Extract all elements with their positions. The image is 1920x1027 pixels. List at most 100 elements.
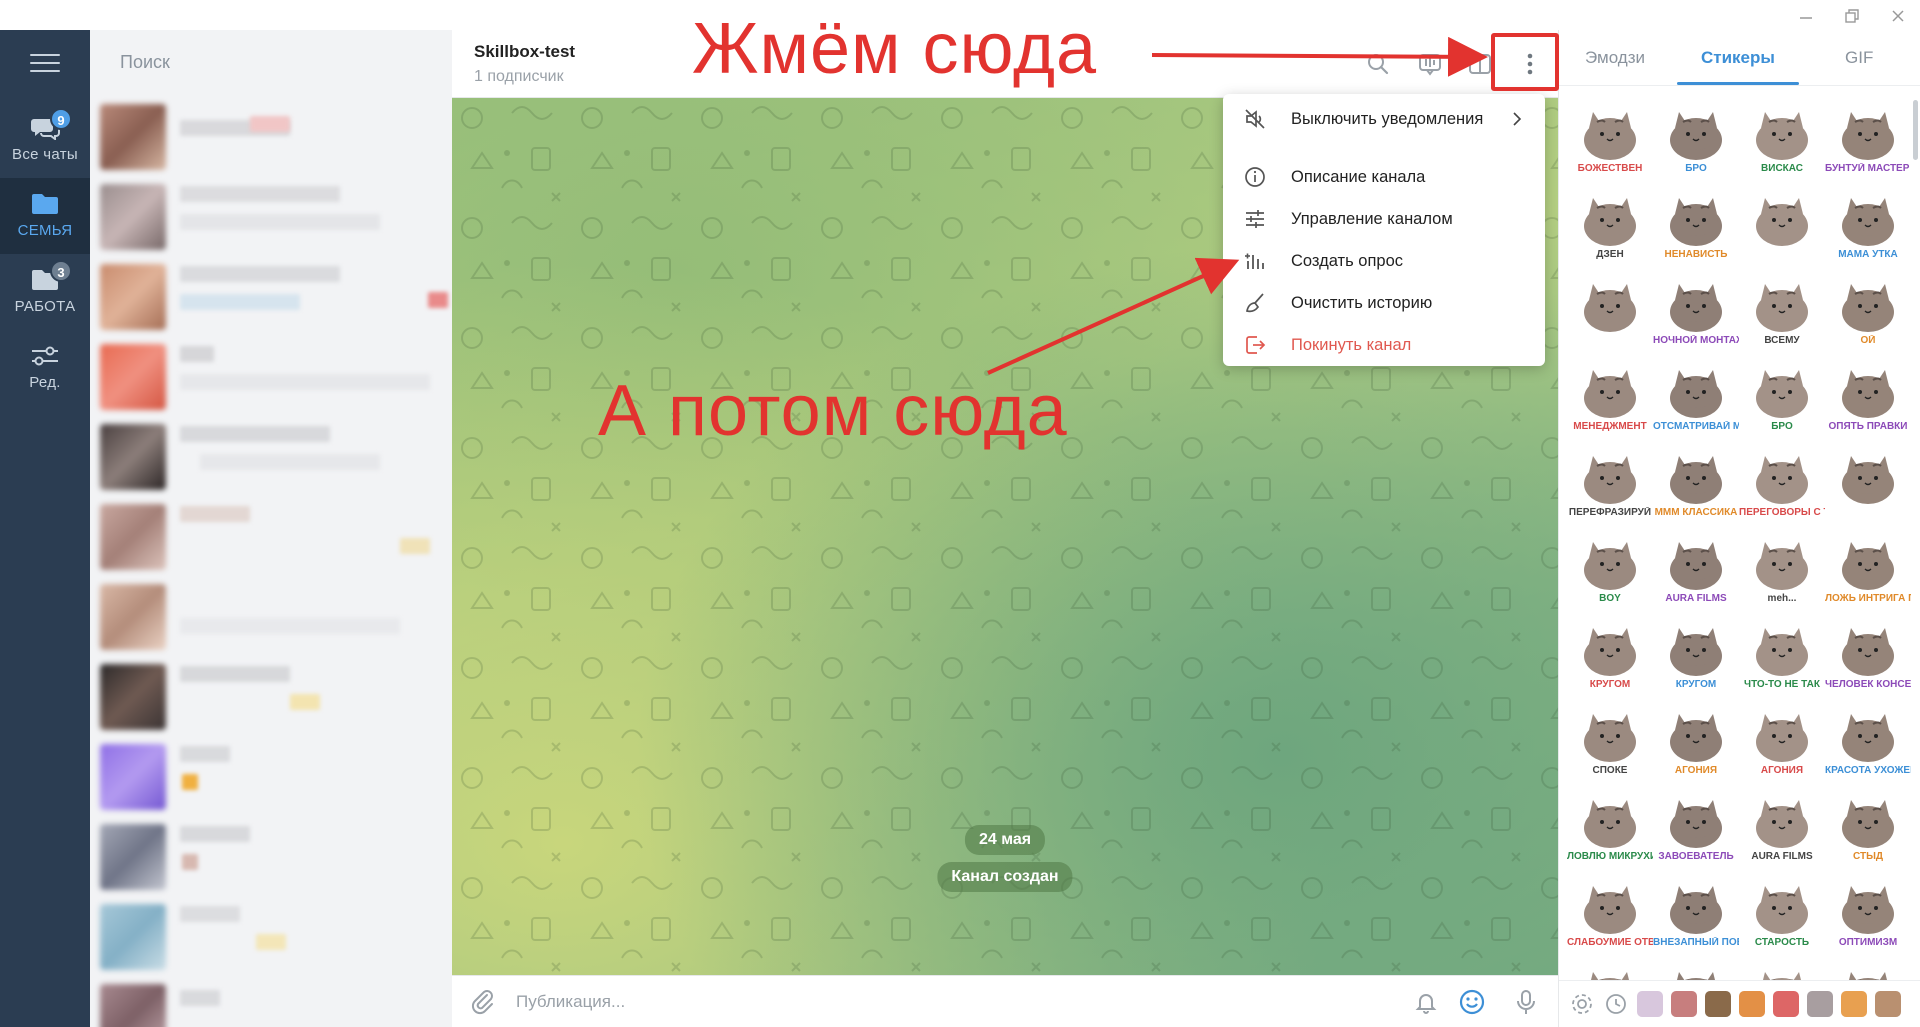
sticker[interactable]: ПЕРЕФРАЗИРУЙ [1567,436,1653,522]
avatar [100,104,166,170]
chat-title[interactable]: Skillbox-test [474,42,575,62]
bell-icon[interactable] [1410,986,1442,1018]
scrollbar[interactable] [1913,100,1918,160]
sticker[interactable]: meh... [1739,522,1825,608]
minimize-icon[interactable] [1796,6,1816,26]
sticker[interactable]: СЛАБОУМИЕ ОТВАГА [1567,866,1653,952]
sticker-set-thumb[interactable] [1773,991,1799,1017]
pusheen-cat-sticker [1842,370,1894,418]
folder-icon: 3 [30,260,72,292]
sticker[interactable]: ПЕРЕГОВОРЫ С ТЕРРОРИСТАМИ [1739,436,1825,522]
chat-row[interactable] [100,178,450,256]
menu-item-leave-channel[interactable]: Покинуть канал [1223,324,1545,366]
tab-emoji[interactable]: Эмодзи [1585,48,1645,68]
menu-item-clear-history[interactable]: Очистить историю [1223,282,1545,324]
sticker[interactable]: ОЙ [1825,264,1911,350]
chat-preview-blurred [180,374,430,390]
chat-row[interactable] [100,498,450,576]
live-stream-icon[interactable] [1414,48,1446,80]
menu-item-create-poll[interactable]: Создать опрос [1223,240,1545,282]
chat-row[interactable] [100,258,450,336]
broom-icon [1246,293,1264,313]
sticker[interactable]: ЗАВОЕВАТЕЛЬ [1653,780,1739,866]
sticker[interactable]: СТЫД [1825,780,1911,866]
folder-edit[interactable]: Ред. [0,330,90,406]
hamburger-menu-icon[interactable] [30,54,60,76]
tab-stickers[interactable]: Стикеры [1701,48,1775,68]
folder-all-chats[interactable]: 9 Все чаты [0,102,90,178]
sticker[interactable]: БРО [1739,350,1825,436]
chat-row[interactable] [100,418,450,496]
tab-gif[interactable]: GIF [1845,48,1873,68]
chat-row[interactable] [100,898,450,976]
sticker[interactable]: НОЧНОЙ МОНТАЖ [1653,264,1739,350]
chat-row[interactable] [100,738,450,816]
emoji-icon[interactable] [1456,986,1488,1018]
sticker[interactable] [1825,436,1911,522]
folder-family[interactable]: СЕМЬЯ [0,178,90,254]
chat-row[interactable] [100,578,450,656]
sticker[interactable]: БУНТУЙ МАСТЕР НЕ СМОТРИ [1825,92,1911,178]
sticker-set-thumb[interactable] [1671,991,1697,1017]
sticker-caption: AURA FILMS [1665,593,1727,604]
menu-item-manage-channel[interactable]: Управление каналом [1223,198,1545,240]
close-icon[interactable] [1888,6,1908,26]
sticker[interactable]: ВСЕМУ [1739,264,1825,350]
sticker-set-thumb[interactable] [1807,991,1833,1017]
chat-row[interactable] [100,338,450,416]
sticker[interactable]: AURA FILMS [1739,780,1825,866]
sticker[interactable] [1567,264,1653,350]
sticker-set-thumb[interactable] [1739,991,1765,1017]
pusheen-cat-sticker [1670,456,1722,504]
sticker[interactable]: ВНЕЗАПНЫЙ ПОВОРОТ [1653,866,1739,952]
chat-row[interactable] [100,98,450,176]
search-input[interactable]: Поиск [120,52,170,73]
sticker[interactable]: НЕНАВИСТЬ [1653,178,1739,264]
chat-row[interactable] [100,818,450,896]
sticker[interactable]: СПОКЕ [1567,694,1653,780]
sticker[interactable]: ВИСКАС [1739,92,1825,178]
sticker-set-thumb[interactable] [1875,991,1901,1017]
sticker[interactable]: AURA FILMS [1653,522,1739,608]
settings-gear-icon[interactable] [1569,991,1595,1017]
sticker[interactable]: ОПЯТЬ ПРАВКИ [1825,350,1911,436]
sticker[interactable]: ЛОЖЬ ИНТРИГА ПОДЛОГ [1825,522,1911,608]
sticker[interactable]: ЛОВЛЮ МИКРУХИ [1567,780,1653,866]
sticker-set-thumb[interactable] [1841,991,1867,1017]
microphone-icon[interactable] [1510,986,1542,1018]
sticker[interactable]: МЕНЕДЖМЕНТ [1567,350,1653,436]
sticker[interactable]: КРУГОМ [1567,608,1653,694]
pusheen-cat-sticker [1756,886,1808,934]
sticker-set-thumb[interactable] [1637,991,1663,1017]
sticker[interactable]: БРО [1653,92,1739,178]
sticker[interactable]: КРУГОМ [1653,608,1739,694]
sticker[interactable]: БОЖЕСТВЕН [1567,92,1653,178]
sticker-set-thumb[interactable] [1705,991,1731,1017]
sticker[interactable]: ОТСМАТРИВАЙ МАСТЕР. [1653,350,1739,436]
menu-item-mute[interactable]: Выключить уведомления [1223,98,1545,140]
chat-name-blurred [180,666,290,682]
sticker[interactable]: АГОНИЯ [1653,694,1739,780]
chat-row[interactable] [100,978,450,1027]
sticker[interactable]: ЧТО-ТО НЕ ТАК [1739,608,1825,694]
sticker[interactable]: МММ КЛАССИКА [1653,436,1739,522]
search-icon[interactable] [1362,48,1394,80]
restore-icon[interactable] [1842,6,1862,26]
sticker-caption: BOY [1599,593,1621,604]
chat-row[interactable] [100,658,450,736]
sticker[interactable]: ЧЕЛОВЕК КОНСЕРН [1825,608,1911,694]
menu-item-channel-info[interactable]: Описание канала [1223,156,1545,198]
post-input[interactable] [516,988,1316,1016]
folder-work[interactable]: 3 РАБОТА [0,254,90,330]
sticker[interactable] [1739,178,1825,264]
menu-item-label: Выключить уведомления [1291,109,1484,128]
sticker[interactable]: АГОНИЯ [1739,694,1825,780]
sticker[interactable]: BOY [1567,522,1653,608]
sticker[interactable]: ОПТИМИЗМ [1825,866,1911,952]
sticker[interactable]: КРАСОТА УХОЖЕННОСТЬ [1825,694,1911,780]
recent-clock-icon[interactable] [1603,991,1629,1017]
attach-icon[interactable] [466,986,498,1018]
sticker[interactable]: ДЗЕН [1567,178,1653,264]
sticker[interactable]: МАМА УТКА [1825,178,1911,264]
sticker[interactable]: СТАРОСТЬ [1739,866,1825,952]
